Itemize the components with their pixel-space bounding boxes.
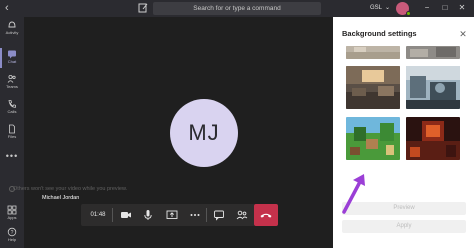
more-actions-button[interactable]: [187, 207, 203, 223]
background-image: [406, 117, 460, 160]
panel-title: Background settings: [342, 29, 417, 38]
teams-icon: [7, 74, 16, 83]
presence-status-icon: [406, 11, 411, 16]
app-bar: Activity Chat Teams Calls Files ••• Apps…: [0, 17, 24, 248]
camera-button[interactable]: [118, 207, 134, 223]
microphone-icon: [144, 210, 152, 220]
help-icon: ?: [7, 227, 17, 237]
maximize-button[interactable]: □: [439, 2, 451, 14]
participant-avatar: MJ: [170, 99, 238, 167]
rail-item-apps[interactable]: Apps: [0, 202, 24, 226]
chat-icon: [8, 50, 16, 59]
rail-item-label: Help: [7, 237, 17, 242]
close-window-button[interactable]: ✕: [456, 2, 468, 14]
call-timer: 01:48: [90, 212, 106, 218]
rail-item-calls[interactable]: Calls: [0, 96, 24, 120]
background-thumbnail-1[interactable]: [346, 46, 400, 59]
background-image: [346, 46, 400, 59]
active-indicator: [0, 48, 2, 68]
share-screen-icon: [166, 210, 178, 219]
phone-icon: [8, 100, 16, 108]
background-image: [406, 66, 460, 109]
more-icon: [190, 214, 200, 216]
background-thumbnail-2[interactable]: [406, 46, 460, 59]
background-image: [346, 117, 400, 160]
teams-app: ‹ Search for or type a command GSL ⌄ − □…: [0, 0, 474, 248]
rail-item-teams[interactable]: Teams: [0, 71, 24, 95]
title-bar: ‹ Search for or type a command GSL ⌄ − □…: [0, 0, 474, 17]
rail-item-label: Teams: [6, 84, 18, 89]
org-switcher-label[interactable]: GSL: [370, 3, 382, 14]
back-icon[interactable]: ‹: [5, 1, 19, 15]
microphone-button[interactable]: [140, 207, 156, 223]
rail-item-chat[interactable]: Chat: [0, 46, 24, 70]
rail-item-label: Apps: [7, 215, 17, 220]
hang-up-icon: [260, 213, 272, 218]
background-image: [346, 66, 400, 109]
chevron-down-icon[interactable]: ⌄: [385, 3, 390, 14]
share-screen-button[interactable]: [164, 207, 180, 223]
apply-button[interactable]: Apply: [342, 220, 466, 233]
bell-icon: [8, 21, 16, 28]
participants-button[interactable]: [234, 207, 250, 223]
rail-item-label: Chat: [7, 59, 17, 64]
preview-note: Others won't see your video while you pr…: [13, 186, 128, 192]
rail-item-label: Activity: [5, 30, 19, 35]
background-thumbnail-5[interactable]: [346, 117, 400, 160]
rail-item-help[interactable]: ? Help: [0, 224, 24, 248]
divider: [112, 208, 113, 222]
camera-icon: [121, 212, 131, 218]
search-input[interactable]: Search for or type a command: [153, 2, 321, 15]
chat-toggle-button[interactable]: [211, 207, 227, 223]
apps-icon: [7, 205, 17, 215]
background-thumbnail-4[interactable]: [406, 66, 460, 109]
compose-icon[interactable]: [137, 2, 149, 14]
participant-name: Michael Jordan: [42, 195, 80, 201]
svg-text:?: ?: [11, 230, 14, 236]
minimize-button[interactable]: −: [421, 2, 433, 14]
rail-item-files[interactable]: Files: [0, 121, 24, 145]
more-apps-button[interactable]: •••: [0, 151, 24, 161]
background-thumbnail-6[interactable]: [406, 117, 460, 160]
file-icon: [9, 124, 15, 134]
chat-bubble-icon: [214, 210, 224, 221]
rail-item-label: Files: [7, 134, 17, 139]
participants-icon: [236, 210, 248, 220]
rail-item-activity[interactable]: Activity: [0, 17, 24, 41]
background-thumbnail-3[interactable]: [346, 66, 400, 109]
background-image: [406, 46, 460, 59]
close-panel-button[interactable]: ✕: [458, 29, 468, 39]
preview-button[interactable]: Preview: [342, 202, 466, 215]
hang-up-button[interactable]: [254, 204, 278, 226]
divider: [206, 208, 207, 222]
rail-item-label: Calls: [7, 109, 17, 114]
